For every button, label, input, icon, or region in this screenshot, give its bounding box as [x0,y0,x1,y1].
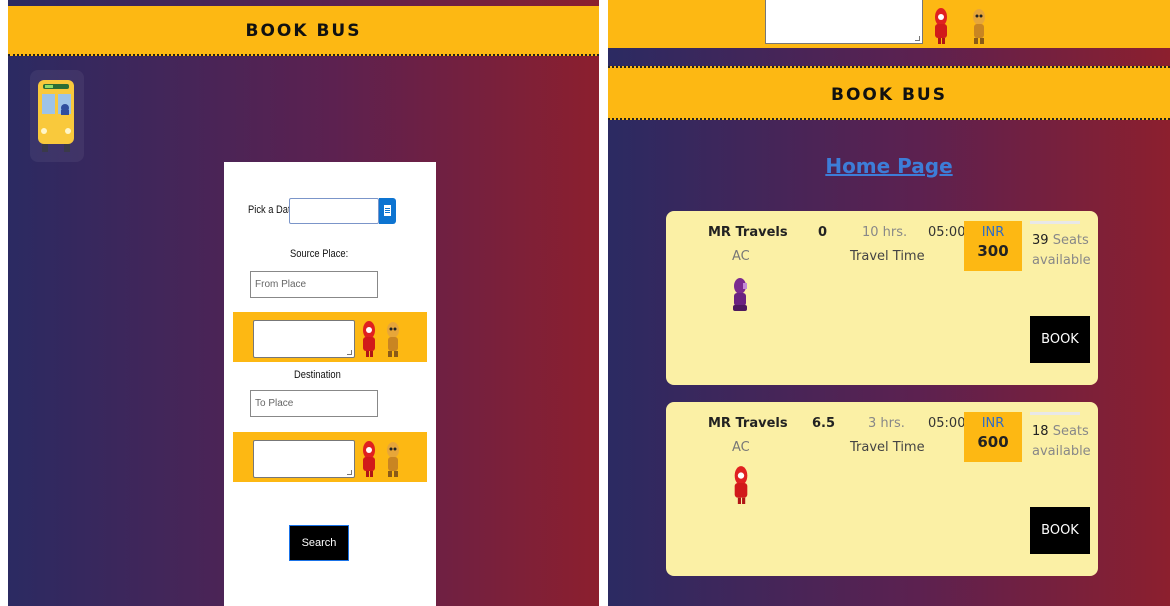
source-avatar-strip [233,312,427,362]
resize-grip-icon [347,350,352,355]
seats-suffix: available [1032,253,1091,268]
resize-grip-icon [347,470,352,475]
price: 300 [977,242,1009,260]
calendar-icon [384,205,391,216]
rating: 6.5 [812,416,836,431]
calendar-button[interactable] [379,198,396,224]
seats-count: 18 [1032,424,1049,439]
destination-input[interactable]: To Place [250,390,378,417]
site-logo: BOOK BUS [245,21,362,41]
avatar-strip [608,0,1170,48]
seats-available: 18 Seats available [1032,422,1091,462]
yellow-character-icon [387,322,399,357]
date-input[interactable] [289,198,379,224]
search-buses-button[interactable]: Search Buses [289,525,349,583]
seats-word: Seats [1052,424,1089,439]
seats-word: Seats [1052,233,1089,248]
rating: 0 [818,225,828,240]
bus-result-card: MR Travels AC 6.5 3 hrs. Travel Time 05:… [666,402,1098,576]
source-textarea[interactable] [253,320,355,358]
duration: 10 hrs. [862,225,908,240]
operator-name: MR Travels [708,416,788,431]
red-character-icon [935,8,947,44]
departure-time: 05:00 [928,416,966,431]
site-logo: BOOK BUS [831,85,947,105]
duration: 3 hrs. [868,416,905,431]
results-page-panel: BOOK BUS Home Page MR Travels AC 0 10 hr… [608,0,1170,606]
yellow-character-icon [387,442,399,477]
search-page-panel: BOOK BUS Pick a Date: Source Place: From… [8,0,599,606]
seats-suffix: available [1032,444,1091,459]
travel-time-label: Travel Time [850,440,925,455]
destination-label: Destination [294,369,341,381]
site-header: BOOK BUS [608,66,1170,120]
source-input[interactable]: From Place [250,271,378,298]
red-character-icon [363,321,375,357]
book-button[interactable]: BOOK [1030,507,1090,554]
purple-character-icon [733,278,747,311]
comment-textarea[interactable] [765,0,923,44]
destination-textarea[interactable] [253,440,355,478]
home-page-link[interactable]: Home Page [608,154,1170,178]
seats-available: 39 Seats available [1032,231,1091,271]
currency: INR [981,225,1005,240]
currency: INR [981,416,1005,431]
bus-icon [30,70,84,162]
bus-type: AC [732,249,750,264]
departure-time: 05:00 [928,225,966,240]
book-button[interactable]: BOOK [1030,316,1090,363]
price: 600 [977,433,1009,451]
travel-time-label: Travel Time [850,249,925,264]
seat-bar [1030,221,1080,224]
search-form: Pick a Date: Source Place: From Place De… [224,162,436,606]
seats-count: 39 [1032,233,1049,248]
source-label: Source Place: [290,248,349,260]
bus-type: AC [732,440,750,455]
price-box: INR 600 [964,412,1022,462]
red-character-icon [734,466,748,504]
yellow-character-icon [973,9,985,44]
price-box: INR 300 [964,221,1022,271]
bus-result-card: MR Travels AC 0 10 hrs. Travel Time 05:0… [666,211,1098,385]
red-character-icon [363,441,375,477]
site-header: BOOK BUS [8,6,599,56]
seat-bar [1030,412,1080,415]
destination-avatar-strip [233,432,427,482]
resize-grip-icon [915,36,920,41]
operator-name: MR Travels [708,225,788,240]
